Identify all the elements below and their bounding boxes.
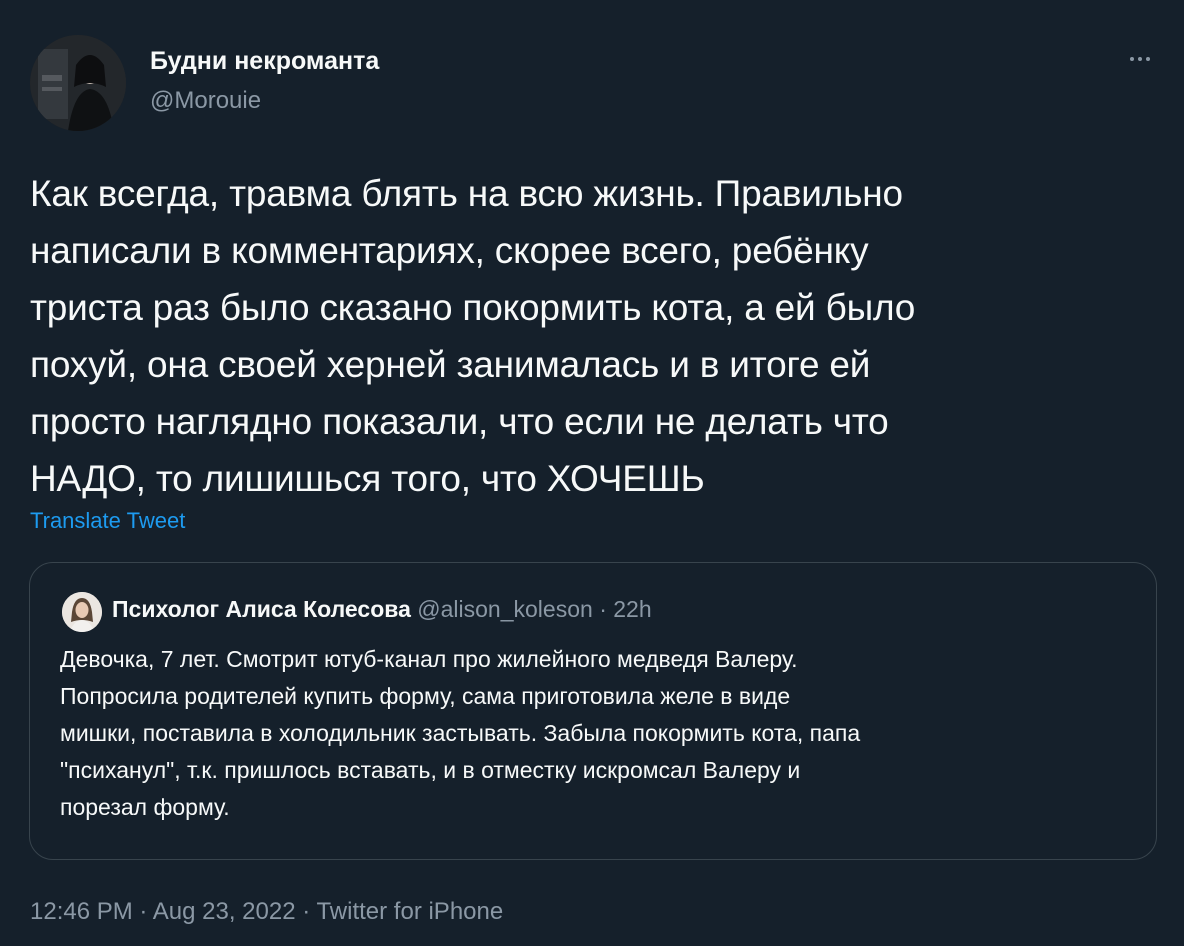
tweet-date[interactable]: Aug 23, 2022: [153, 898, 296, 925]
quoted-text-line: мишки, поставила в холодильник застывать…: [60, 720, 861, 746]
quoted-timestamp: 22h: [613, 596, 652, 622]
more-horizontal-icon: [1130, 57, 1134, 61]
quoted-text-line: порезал форму.: [60, 794, 230, 820]
author-avatar-image: [30, 35, 126, 131]
more-horizontal-icon: [1146, 57, 1150, 61]
meta-separator: ·: [139, 898, 148, 925]
tweet-text-line: похуй, она своей херней занималась и в и…: [30, 344, 871, 385]
meta-separator: ·: [302, 898, 311, 925]
tweet-text-line: НАДО, то лишишься того, что ХОЧЕШЬ: [30, 458, 705, 499]
tweet-time[interactable]: 12:46 PM: [30, 898, 133, 925]
author-avatar[interactable]: [30, 35, 126, 131]
more-horizontal-icon: [1138, 57, 1142, 61]
tweet-metadata: 12:46 PM · Aug 23, 2022 · Twitter for iP…: [30, 898, 503, 926]
tweet-source-link[interactable]: Twitter for iPhone: [316, 898, 503, 925]
more-options-button[interactable]: [1120, 44, 1160, 74]
tweet-text-line: просто наглядно показали, что если не де…: [30, 401, 889, 442]
tweet-text-line: написали в комментариях, скорее всего, р…: [30, 230, 869, 271]
quoted-tweet-text: Девочка, 7 лет. Смотрит ютуб-канал про ж…: [60, 641, 1130, 826]
tweet-text-line: триста раз было сказано покормить кота, …: [30, 287, 916, 328]
quoted-author-avatar: [62, 592, 102, 632]
quoted-tweet[interactable]: Психолог Алиса Колесова @alison_koleson …: [29, 562, 1157, 860]
quoted-text-line: Девочка, 7 лет. Смотрит ютуб-канал про ж…: [60, 646, 798, 672]
quoted-text-line: "психанул", т.к. пришлось вставать, и в …: [60, 757, 801, 783]
quoted-author-display-name: Психолог Алиса Колесова: [112, 596, 411, 622]
author-handle[interactable]: @Morouie: [150, 87, 261, 115]
quoted-author-handle: @alison_koleson: [417, 596, 593, 622]
quoted-text-line: Попросила родителей купить форму, сама п…: [60, 683, 791, 709]
quoted-separator: ·: [599, 596, 607, 622]
quoted-author-avatar-image: [62, 592, 102, 632]
tweet-text-line: Как всегда, травма блять на всю жизнь. П…: [30, 173, 903, 214]
translate-tweet-link[interactable]: Translate Tweet: [30, 508, 185, 534]
quoted-tweet-header: Психолог Алиса Колесова @alison_koleson …: [112, 596, 652, 623]
author-display-name[interactable]: Будни некроманта: [150, 47, 379, 76]
tweet-text: Как всегда, травма блять на всю жизнь. П…: [30, 165, 1160, 507]
tweet: Будни некроманта @Morouie Как всегда, тр…: [0, 0, 1184, 946]
